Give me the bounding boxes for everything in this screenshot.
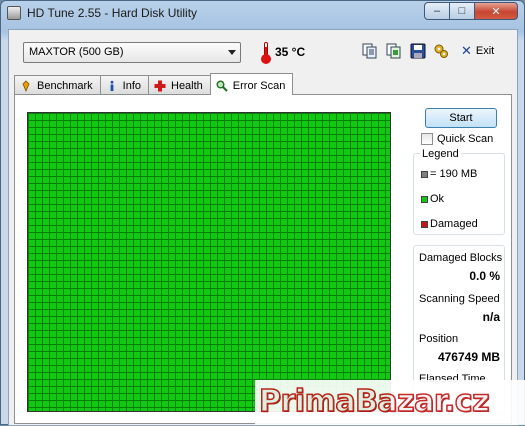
window-controls: – □ ✕ — [424, 2, 518, 20]
minimize-button[interactable]: – — [424, 2, 450, 20]
tab-label: Info — [122, 80, 141, 92]
position-label: Position — [419, 333, 459, 345]
tab-health[interactable]: Health — [148, 75, 211, 94]
tab-error-scan[interactable]: Error Scan — [209, 73, 294, 95]
window-title: HD Tune 2.55 - Hard Disk Utility — [27, 6, 198, 20]
chevron-down-icon — [228, 50, 236, 55]
copy-screenshot-icon[interactable] — [386, 43, 402, 59]
legend-label: = 190 MB — [430, 168, 478, 180]
search-icon — [216, 80, 228, 92]
app-window: HD Tune 2.55 - Hard Disk Utility – □ ✕ M… — [0, 0, 525, 426]
damaged-blocks-label: Damaged Blocks — [419, 252, 503, 264]
legend-swatch-green — [421, 195, 428, 203]
tab-label: Benchmark — [37, 80, 93, 92]
temperature-readout: 35 °C — [275, 45, 306, 59]
exit-label: Exit — [475, 45, 495, 57]
scanning-speed-value: n/a — [482, 310, 500, 324]
legend-title: Legend — [420, 148, 461, 160]
scanning-speed-label: Scanning Speed — [419, 293, 500, 305]
copy-info-icon[interactable] — [362, 43, 378, 59]
checkbox-box[interactable] — [421, 133, 433, 145]
legend-swatch-gray — [421, 170, 428, 178]
exit-button[interactable]: ✕ Exit — [461, 43, 494, 59]
exit-icon: ✕ — [461, 43, 472, 58]
position-value: 476749 MB — [437, 350, 500, 364]
start-button[interactable]: Start — [425, 108, 497, 128]
tab-info[interactable]: Info — [99, 75, 149, 94]
drive-select[interactable]: MAXTOR (500 GB) — [23, 42, 241, 63]
legend-swatch-red — [421, 220, 428, 228]
options-icon[interactable] — [433, 43, 449, 59]
error-scan-panel: Start Quick Scan Legend = 190 MB Ok Dama… — [14, 94, 512, 424]
thermometer-icon — [261, 42, 271, 64]
maximize-button[interactable]: □ — [449, 2, 475, 20]
quick-scan-label: Quick Scan — [437, 133, 494, 145]
legend-item-ok: Ok — [421, 193, 444, 205]
legend-label: Damaged — [430, 218, 478, 230]
damaged-blocks-value: 0.0 % — [469, 269, 500, 283]
watermark-text: PrimaBazar.cz — [258, 383, 490, 420]
legend-group: Legend = 190 MB Ok Damaged — [413, 148, 505, 235]
tab-benchmark[interactable]: Benchmark — [14, 75, 101, 94]
health-icon — [154, 80, 166, 92]
quick-scan-checkbox[interactable]: Quick Scan — [421, 133, 493, 145]
watermark-banner: PrimaBazar.cz — [255, 380, 525, 425]
benchmark-icon — [22, 80, 30, 92]
legend-label: Ok — [430, 193, 445, 205]
legend-item-damaged: Damaged — [421, 218, 478, 230]
tab-label: Error Scan — [232, 79, 286, 92]
app-icon — [7, 6, 21, 20]
info-icon — [110, 80, 114, 91]
save-icon[interactable] — [410, 43, 426, 59]
drive-select-value: MAXTOR (500 GB) — [29, 46, 124, 58]
client-area: MAXTOR (500 GB) 35 °C ✕ Exit Benchmark I… — [8, 29, 518, 426]
title-bar[interactable]: HD Tune 2.55 - Hard Disk Utility – □ ✕ — [1, 1, 524, 25]
tab-strip: Benchmark Info Health Error Scan — [14, 73, 294, 95]
legend-item-block-size: = 190 MB — [421, 168, 477, 180]
close-button[interactable]: ✕ — [474, 2, 518, 20]
tab-label: Health — [171, 80, 203, 92]
scan-block-map — [27, 112, 391, 412]
